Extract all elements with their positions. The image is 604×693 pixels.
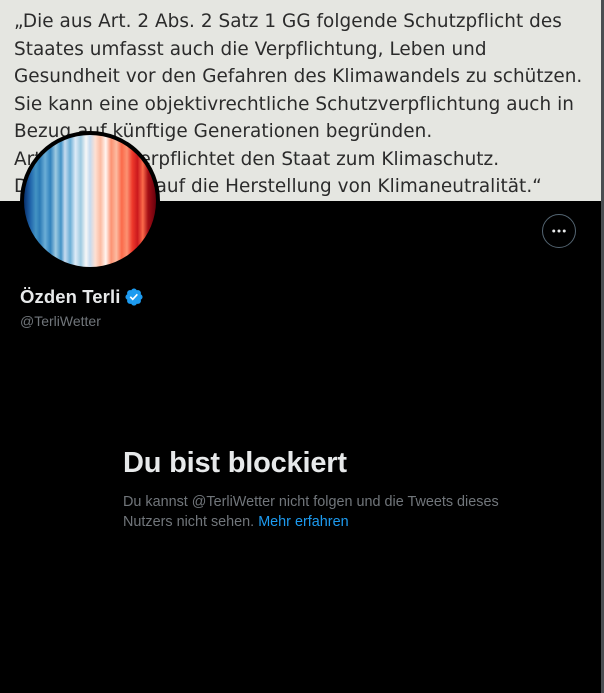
display-name: Özden Terli: [20, 286, 121, 307]
verified-badge-icon[interactable]: [124, 287, 144, 307]
banner-line: Gesundheit vor den Gefahren des Klimawan…: [14, 66, 583, 87]
profile-name-row: Özden Terli: [20, 286, 144, 308]
profile-handle: @TerliWetter: [20, 313, 101, 329]
banner-line: Staates umfasst auch die Verpflichtung, …: [14, 38, 487, 60]
banner-line: Sie kann eine objektivrechtliche Schutzv…: [14, 93, 574, 115]
blocked-message: Du kannst @TerliWetter nicht folgen und …: [123, 492, 503, 532]
blocked-title: Du bist blockiert: [123, 447, 347, 479]
learn-more-link[interactable]: Mehr erfahren: [258, 514, 348, 530]
warming-stripes-icon: [24, 135, 156, 267]
banner-line: „Die aus Art. 2 Abs. 2 Satz 1 GG folgend…: [14, 11, 562, 32]
profile-page: „Die aus Art. 2 Abs. 2 Satz 1 GG folgend…: [0, 0, 604, 693]
avatar[interactable]: [20, 131, 160, 271]
more-options-button[interactable]: [542, 214, 576, 248]
more-horizontal-icon: [552, 229, 566, 233]
